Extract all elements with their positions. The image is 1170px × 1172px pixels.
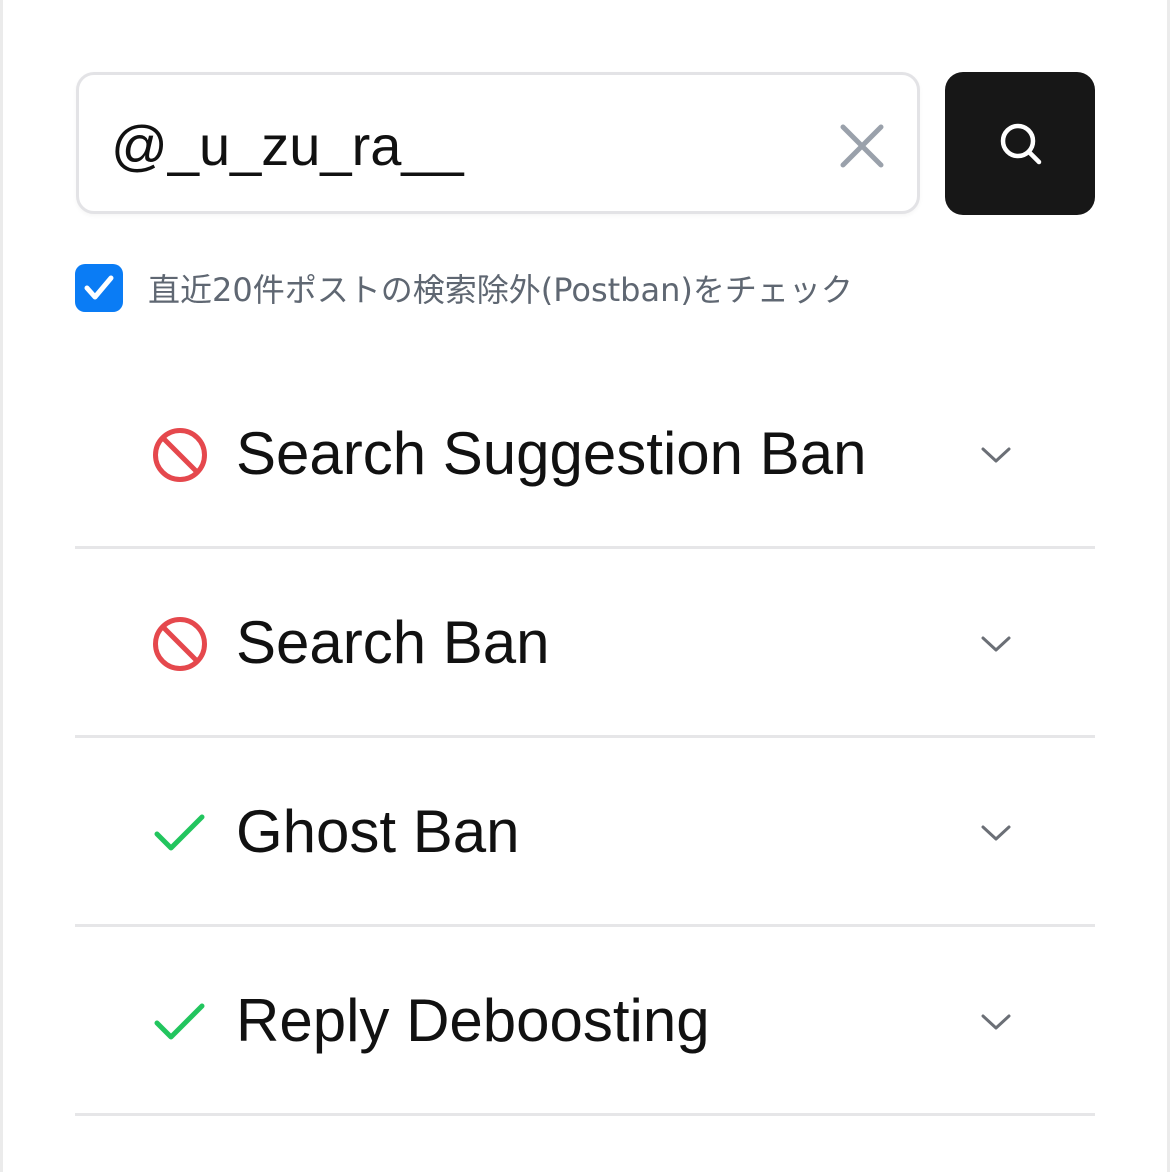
result-search-suggestion-ban[interactable]: Search Suggestion Ban <box>75 360 1095 549</box>
result-reply-deboosting[interactable]: Reply Deboosting <box>75 927 1095 1116</box>
result-label: Reply Deboosting <box>236 987 710 1054</box>
chevron-down-icon[interactable] <box>979 822 1013 844</box>
checkmark-icon <box>84 275 114 300</box>
postban-label: 直近20件ポストの検索除外(Postban)をチェック <box>148 271 853 309</box>
result-label: Search Suggestion Ban <box>236 420 867 487</box>
search-box[interactable] <box>76 72 920 214</box>
prohibited-icon <box>153 617 207 671</box>
chevron-down-icon[interactable] <box>979 1011 1013 1033</box>
close-icon[interactable] <box>837 121 887 171</box>
search-input[interactable] <box>111 103 811 187</box>
result-label: Search Ban <box>236 609 550 676</box>
checkmark-icon <box>154 1003 205 1040</box>
result-ghost-ban[interactable]: Ghost Ban <box>75 738 1095 927</box>
search-button[interactable] <box>945 72 1095 215</box>
result-label: Ghost Ban <box>236 798 520 865</box>
search-icon <box>1000 123 1042 165</box>
prohibited-icon <box>153 428 207 482</box>
result-search-ban[interactable]: Search Ban <box>75 549 1095 738</box>
results-accordion: Search Suggestion Ban Search Ban Ghost B… <box>75 360 1095 1116</box>
chevron-down-icon[interactable] <box>979 444 1013 466</box>
chevron-down-icon[interactable] <box>979 633 1013 655</box>
postban-option: 直近20件ポストの検索除外(Postban)をチェック <box>75 262 853 314</box>
postban-checkbox[interactable] <box>75 264 123 312</box>
checkmark-icon <box>154 814 205 851</box>
